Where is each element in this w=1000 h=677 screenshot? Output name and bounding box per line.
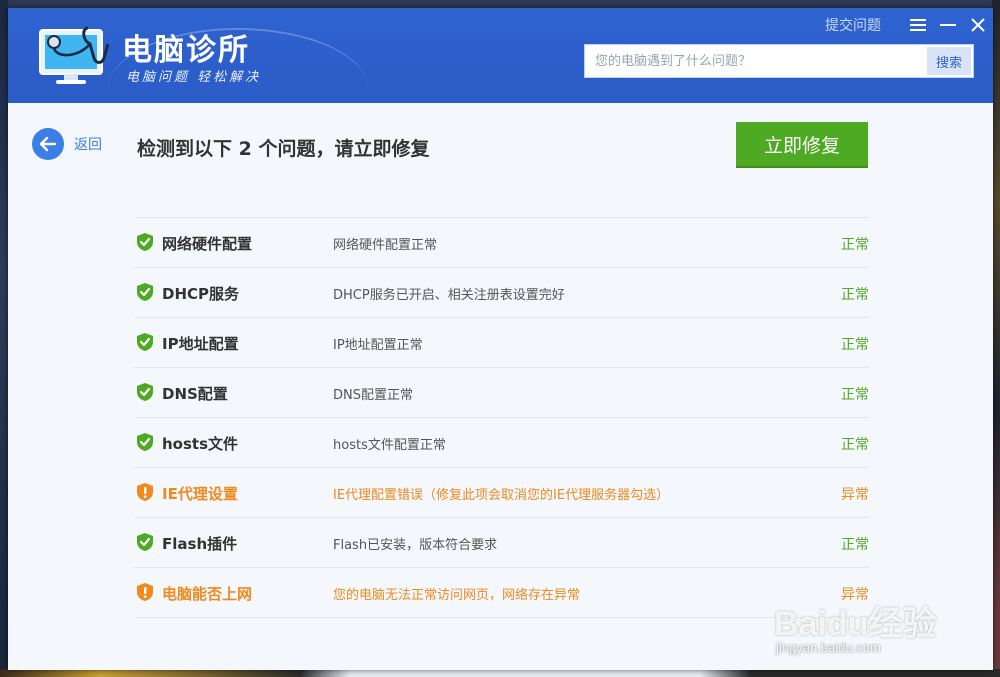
check-row: 电脑能否上网 您的电脑无法正常访问网页，网络存在异常 异常: [134, 568, 869, 618]
shield-check-icon: [136, 532, 154, 552]
check-name: DNS配置: [162, 385, 228, 403]
check-row: IE代理设置 IE代理配置错误（修复此项会取消您的IE代理服务器勾选） 异常: [134, 468, 869, 518]
check-description: 网络硬件配置正常: [333, 238, 438, 253]
check-description: IP地址配置正常: [333, 338, 423, 353]
check-status: 正常: [841, 537, 869, 553]
desktop-background-bottom: [0, 669, 1000, 677]
app-title: 电脑诊所: [122, 33, 250, 68]
check-description: hosts文件配置正常: [333, 438, 446, 453]
check-description: 您的电脑无法正常访问网页，网络存在异常: [333, 588, 581, 603]
check-row: DNS配置 DNS配置正常 正常: [134, 368, 869, 418]
check-list: 网络硬件配置 网络硬件配置正常 正常 DHCP服务 DHCP服务已开启、相关注册表设置完…: [134, 217, 869, 618]
check-description: DHCP服务已开启、相关注册表设置完好: [333, 288, 565, 303]
title-bar-controls: 提交问题: [825, 12, 993, 38]
search-button[interactable]: 搜索: [927, 47, 971, 75]
desktop-background-top: [0, 0, 1000, 8]
check-status: 正常: [841, 287, 869, 303]
shield-check-icon: [136, 232, 154, 252]
search-input[interactable]: [585, 45, 915, 77]
check-row: Flash插件 Flash已安装，版本符合要求 正常: [134, 518, 869, 568]
check-name: hosts文件: [162, 435, 239, 453]
shield-check-icon: [136, 332, 154, 352]
result-headline: 检测到以下 2 个问题，请立即修复: [137, 138, 430, 160]
check-name: Flash插件: [162, 535, 238, 553]
check-status: 正常: [841, 337, 869, 353]
shield-check-icon: [136, 282, 154, 302]
minimize-icon[interactable]: [933, 12, 963, 38]
check-name: 电脑能否上网: [162, 585, 253, 603]
check-status: 正常: [841, 387, 869, 403]
shield-warning-icon: [136, 482, 154, 502]
check-name: DHCP服务: [162, 285, 240, 303]
back-label: 返回: [74, 137, 102, 153]
check-status: 正常: [841, 237, 869, 253]
check-description: DNS配置正常: [333, 388, 413, 403]
fix-now-button[interactable]: 立即修复: [736, 122, 868, 168]
clinic-window: 电脑诊所 电脑问题 轻松解决 提交问题 搜索 返回 检测到以下 2 个问题，请立…: [8, 8, 993, 670]
close-icon[interactable]: [963, 12, 993, 38]
check-status: 异常: [841, 487, 869, 503]
check-row: DHCP服务 DHCP服务已开启、相关注册表设置完好 正常: [134, 268, 869, 318]
submit-issue-link[interactable]: 提交问题: [825, 15, 881, 35]
monitor-stethoscope-logo-icon: [39, 26, 110, 84]
check-status: 异常: [841, 587, 869, 603]
check-description: Flash已安装，版本符合要求: [333, 538, 498, 553]
header-bar: 电脑诊所 电脑问题 轻松解决 提交问题 搜索: [8, 8, 993, 103]
desktop-background-left: [0, 0, 8, 677]
shield-check-icon: [136, 382, 154, 402]
check-name: IP地址配置: [162, 335, 239, 353]
back-arrow-icon: [32, 128, 64, 160]
check-name: 网络硬件配置: [162, 235, 253, 253]
shield-check-icon: [136, 432, 154, 452]
desktop-background-right: [992, 0, 1000, 677]
back-button[interactable]: 返回: [32, 128, 102, 160]
shield-warning-icon: [136, 582, 154, 602]
check-row: hosts文件 hosts文件配置正常 正常: [134, 418, 869, 468]
search-box: 搜索: [584, 44, 974, 78]
check-description: IE代理配置错误（修复此项会取消您的IE代理服务器勾选）: [333, 488, 670, 503]
check-name: IE代理设置: [162, 485, 238, 503]
app-subtitle: 电脑问题 轻松解决: [126, 70, 262, 85]
check-row: 网络硬件配置 网络硬件配置正常 正常: [134, 218, 869, 268]
check-row: IP地址配置 IP地址配置正常 正常: [134, 318, 869, 368]
menu-icon[interactable]: [903, 12, 933, 38]
check-status: 正常: [841, 437, 869, 453]
watermark-url: jingyan.baidu.com: [776, 640, 881, 655]
